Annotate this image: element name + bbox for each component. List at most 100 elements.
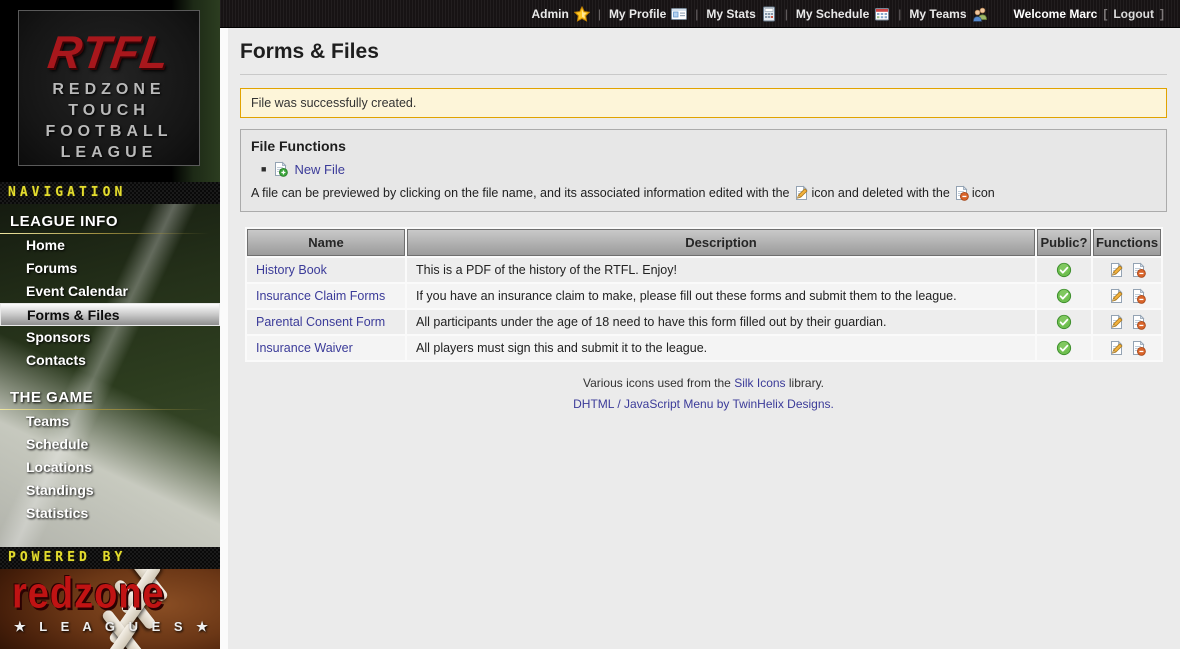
- page-delete-icon[interactable]: [1130, 288, 1146, 304]
- vcard-icon: [671, 6, 687, 22]
- sidebar-menu: LEAGUE INFO Home Forums Event Calendar F…: [0, 204, 220, 547]
- file-functions-panel: File Functions ■ New File A file can be …: [240, 129, 1167, 212]
- credit-text: library.: [789, 376, 824, 390]
- file-description: If you have an insurance claim to make, …: [407, 284, 1035, 308]
- league-logo: RTFL REDZONE TOUCH FOOTBALL LEAGUE: [18, 10, 200, 166]
- sidebar-item-sponsors[interactable]: Sponsors: [0, 326, 220, 349]
- page-edit-icon: [793, 185, 809, 201]
- page-edit-icon[interactable]: [1108, 340, 1124, 356]
- file-name-link[interactable]: History Book: [256, 263, 327, 277]
- topbar-separator: |: [695, 7, 698, 21]
- page-delete-icon[interactable]: [1130, 262, 1146, 278]
- table-row: Insurance Claim Forms If you have an ins…: [247, 284, 1161, 308]
- topbar-item-label: My Stats: [706, 7, 755, 21]
- success-notice: File was successfully created.: [240, 88, 1167, 118]
- topbar-item-label: My Profile: [609, 7, 666, 21]
- topbar-item-my-schedule[interactable]: My Schedule: [796, 6, 890, 22]
- file-functions-title: File Functions: [251, 138, 1156, 154]
- app-root: RTFL REDZONE TOUCH FOOTBALL LEAGUE NAVIG…: [0, 0, 1180, 649]
- page-add-icon[interactable]: [272, 161, 288, 177]
- logo-line: TOUCH: [19, 100, 199, 121]
- silk-icons-link[interactable]: Silk Icons: [734, 376, 785, 390]
- logo-line: LEAGUE: [19, 142, 199, 163]
- file-description: This is a PDF of the history of the RTFL…: [407, 258, 1035, 282]
- calculator-icon: [761, 6, 777, 22]
- sidebar-item-home[interactable]: Home: [0, 234, 220, 257]
- logo-line: REDZONE: [19, 79, 199, 100]
- page-title: Forms & Files: [240, 38, 1167, 75]
- topbar-separator: |: [598, 7, 601, 21]
- spacer: [0, 372, 220, 380]
- help-text: icon: [972, 186, 995, 200]
- files-table: Name Description Public? Functions Histo…: [245, 227, 1163, 362]
- sidebar: RTFL REDZONE TOUCH FOOTBALL LEAGUE NAVIG…: [0, 0, 220, 649]
- sidebar-item-teams[interactable]: Teams: [0, 410, 220, 433]
- help-text: A file can be previewed by clicking on t…: [251, 186, 790, 200]
- topbar-item-label: My Schedule: [796, 7, 869, 21]
- twinhelix-link[interactable]: DHTML / JavaScript Menu by TwinHelix Des…: [573, 397, 834, 411]
- content-gutter: [220, 28, 228, 649]
- navigation-marquee: NAVIGATION: [0, 182, 220, 204]
- credit-text: Various icons used from the: [583, 376, 731, 390]
- topbar-item-my-profile[interactable]: My Profile: [609, 6, 687, 22]
- sidebar-item-contacts[interactable]: Contacts: [0, 349, 220, 372]
- welcome-text: Welcome Marc: [1014, 7, 1098, 21]
- sidebar-item-event-calendar[interactable]: Event Calendar: [0, 280, 220, 303]
- bracket: [: [1103, 7, 1107, 21]
- redzone-leagues-sub: ★ L E A G U E S ★: [14, 619, 213, 635]
- help-text: icon and deleted with the: [812, 186, 950, 200]
- file-name-link[interactable]: Parental Consent Form: [256, 315, 385, 329]
- topbar-user-area: Welcome Marc [ Logout ]: [1014, 7, 1170, 21]
- public-check-icon: [1056, 340, 1072, 356]
- topbar-item-my-stats[interactable]: My Stats: [706, 6, 776, 22]
- bullet: ■: [261, 161, 266, 177]
- page-edit-icon[interactable]: [1108, 288, 1124, 304]
- topbar: Admin | My Profile | My Stats | My Sched…: [220, 0, 1180, 28]
- topbar-nav: Admin | My Profile | My Stats | My Sched…: [531, 6, 987, 22]
- page-delete-icon[interactable]: [1130, 340, 1146, 356]
- table-row: Insurance Waiver All players must sign t…: [247, 336, 1161, 360]
- topbar-item-my-teams[interactable]: My Teams: [909, 6, 987, 22]
- topbar-item-admin[interactable]: Admin: [531, 6, 589, 22]
- topbar-item-label: Admin: [531, 7, 568, 21]
- main-content: Forms & Files File was successfully crea…: [228, 28, 1180, 649]
- group-icon: [972, 6, 988, 22]
- section-title-league-info: LEAGUE INFO: [0, 204, 220, 230]
- page-edit-icon[interactable]: [1108, 262, 1124, 278]
- logout-link[interactable]: Logout: [1113, 7, 1154, 21]
- new-file-link[interactable]: New File: [294, 162, 345, 177]
- table-row: Parental Consent Form All participants u…: [247, 310, 1161, 334]
- new-file-row: ■ New File: [261, 161, 1156, 177]
- redzone-leagues-logo[interactable]: redzone: [12, 570, 165, 619]
- file-functions-help: A file can be previewed by clicking on t…: [251, 185, 1156, 201]
- topbar-separator: |: [785, 7, 788, 21]
- section-title-the-game: THE GAME: [0, 380, 220, 406]
- column-header-functions: Functions: [1093, 229, 1161, 256]
- sidebar-item-schedule[interactable]: Schedule: [0, 433, 220, 456]
- sidebar-item-forms-files[interactable]: Forms & Files: [0, 303, 220, 326]
- sidebar-item-locations[interactable]: Locations: [0, 456, 220, 479]
- file-description: All players must sign this and submit it…: [407, 336, 1035, 360]
- menu-credit: DHTML / JavaScript Menu by TwinHelix Des…: [240, 397, 1167, 411]
- public-check-icon: [1056, 314, 1072, 330]
- logo-acronym: RTFL: [15, 25, 203, 79]
- logo-line: FOOTBALL: [19, 121, 199, 142]
- sidebar-item-statistics[interactable]: Statistics: [0, 502, 220, 525]
- column-header-public: Public?: [1037, 229, 1091, 256]
- table-row: History Book This is a PDF of the histor…: [247, 258, 1161, 282]
- sidebar-item-standings[interactable]: Standings: [0, 479, 220, 502]
- file-name-link[interactable]: Insurance Waiver: [256, 341, 353, 355]
- topbar-separator: |: [898, 7, 901, 21]
- column-header-name: Name: [247, 229, 405, 256]
- file-name-link[interactable]: Insurance Claim Forms: [256, 289, 385, 303]
- page-delete-icon[interactable]: [1130, 314, 1146, 330]
- page-delete-icon: [953, 185, 969, 201]
- football-photo: redzone ★ L E A G U E S ★: [0, 569, 220, 649]
- powered-by-marquee: POWERED BY: [0, 547, 220, 569]
- league-logo-zone: RTFL REDZONE TOUCH FOOTBALL LEAGUE: [0, 0, 220, 182]
- star-icon: [574, 6, 590, 22]
- column-header-description: Description: [407, 229, 1035, 256]
- sidebar-item-forums[interactable]: Forums: [0, 257, 220, 280]
- page-edit-icon[interactable]: [1108, 314, 1124, 330]
- calendar-icon: [874, 6, 890, 22]
